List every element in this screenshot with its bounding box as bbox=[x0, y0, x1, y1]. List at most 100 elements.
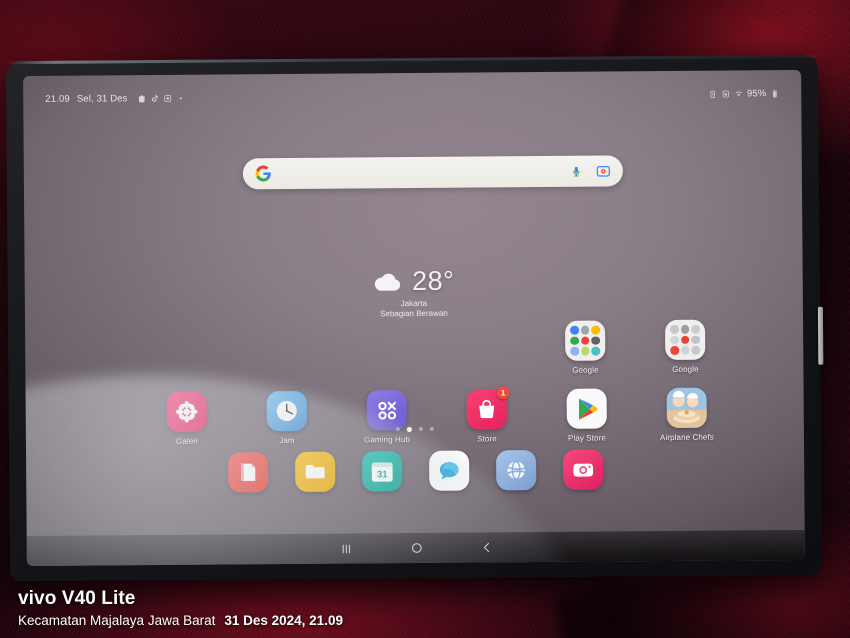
dock-internet[interactable] bbox=[495, 450, 536, 491]
mini-app-icon bbox=[691, 324, 701, 334]
watermark-subline: Kecamatan Majalaya Jawa Barat 31 Des 202… bbox=[18, 613, 343, 628]
internet-icon bbox=[507, 460, 525, 480]
status-bar-left: 21.09 Sel, 31 Des bbox=[45, 92, 185, 104]
dock-messages[interactable] bbox=[428, 450, 469, 491]
google-g-icon bbox=[255, 165, 271, 182]
navigation-bar bbox=[26, 529, 805, 567]
mini-app-icon bbox=[670, 335, 679, 345]
airplane-chefs-icon bbox=[666, 387, 707, 429]
watermark-location: Kecamatan Majalaya Jawa Barat bbox=[18, 613, 216, 628]
dock-camera[interactable] bbox=[562, 449, 603, 490]
bezel-highlight bbox=[5, 54, 818, 65]
camera-icon bbox=[572, 463, 593, 477]
battery-saver-icon bbox=[710, 90, 715, 98]
mini-app-icon bbox=[570, 347, 579, 356]
app-label: Store bbox=[477, 434, 497, 444]
mini-app-icon bbox=[580, 336, 590, 346]
watermark-model: vivo V40 Lite bbox=[18, 588, 136, 609]
wifi-icon bbox=[735, 91, 742, 96]
dock-calendar[interactable]: 31 bbox=[361, 451, 402, 492]
page-dot[interactable] bbox=[396, 427, 401, 432]
dock-samsung-notes[interactable] bbox=[227, 452, 268, 493]
tablet-screen[interactable]: 21.09 Sel, 31 Des 95% 28° Jakarta Sebagi… bbox=[23, 69, 805, 567]
app-icon bbox=[164, 94, 172, 102]
mini-app-icon bbox=[680, 346, 690, 355]
gallery-icon bbox=[166, 391, 207, 432]
app-label: Airplane Chefs bbox=[659, 432, 714, 443]
app-icon-wrap bbox=[666, 387, 707, 429]
app-jam[interactable]: Jam bbox=[256, 390, 318, 446]
app-gaming-hub[interactable]: Gaming Hub bbox=[356, 390, 418, 444]
app-icon-wrap bbox=[366, 390, 407, 431]
mini-app-icon bbox=[570, 336, 579, 346]
app-icon-wrap bbox=[166, 391, 207, 432]
app-airplane-chefs[interactable]: Airplane Chefs bbox=[656, 387, 718, 443]
watermark-datetime: 31 Des 2024, 21.09 bbox=[224, 613, 343, 628]
recents-icon[interactable] bbox=[338, 541, 353, 556]
photograph: 21.09 Sel, 31 Des 95% 28° Jakarta Sebagi… bbox=[0, 0, 850, 638]
folder-google-1[interactable]: Google bbox=[554, 320, 616, 375]
google-folder-icon bbox=[665, 319, 706, 361]
app-label: Gaming Hub bbox=[363, 435, 410, 445]
page-dot[interactable] bbox=[429, 426, 434, 431]
folder-icon bbox=[305, 464, 325, 479]
mini-app-icon bbox=[580, 346, 590, 356]
status-bar: 21.09 Sel, 31 Des 95% bbox=[23, 84, 801, 108]
battery-percent: 95% bbox=[746, 87, 767, 99]
google-search-bar[interactable] bbox=[242, 155, 623, 190]
back-icon[interactable] bbox=[479, 540, 493, 554]
mini-app-icon bbox=[680, 335, 690, 345]
calendar-day: 31 bbox=[376, 469, 387, 480]
mini-app-icon bbox=[691, 346, 701, 355]
app-icon-wrap bbox=[266, 390, 307, 432]
shopping-bag-icon bbox=[139, 94, 145, 102]
photo-watermark: vivo V40 Lite Kecamatan Majalaya Jawa Ba… bbox=[18, 588, 343, 628]
microphone-icon[interactable] bbox=[570, 163, 583, 179]
gaming-hub-icon bbox=[366, 390, 407, 431]
notes-icon bbox=[240, 463, 255, 482]
mini-app-icon bbox=[591, 346, 601, 356]
app-galeri[interactable]: Galeri bbox=[156, 391, 218, 446]
folder-label: Google bbox=[572, 365, 599, 375]
status-date: Sel, 31 Des bbox=[76, 92, 128, 105]
mini-app-icon bbox=[670, 346, 679, 355]
weather-widget[interactable]: 28° Jakarta Sebagian Berawan bbox=[25, 263, 803, 321]
google-folder-icon bbox=[565, 320, 606, 361]
status-bar-right: 95% bbox=[708, 88, 779, 100]
mini-app-icon bbox=[591, 336, 601, 345]
app-label: Jam bbox=[279, 435, 295, 446]
mini-app-icon bbox=[591, 325, 601, 335]
play-store-icon bbox=[566, 388, 607, 429]
power-button[interactable] bbox=[817, 306, 824, 365]
mini-app-icon bbox=[670, 324, 679, 334]
home-icon[interactable] bbox=[409, 541, 423, 555]
mini-app-icon bbox=[570, 325, 579, 335]
folder-label: Google bbox=[672, 364, 699, 374]
battery-icon bbox=[772, 89, 777, 97]
app-label: Galeri bbox=[175, 436, 198, 446]
page-dot-active[interactable] bbox=[407, 427, 412, 432]
app-store[interactable]: 1 Store bbox=[456, 386, 518, 444]
weather-temperature: 28° bbox=[411, 265, 455, 297]
store-badge: 1 bbox=[496, 386, 510, 400]
mini-app-icon bbox=[680, 324, 690, 334]
mini-app-icon bbox=[580, 325, 590, 335]
google-lens-icon[interactable] bbox=[596, 163, 611, 178]
folder-google-2[interactable]: Google bbox=[654, 319, 716, 374]
app-icon-wrap bbox=[566, 388, 607, 429]
cloud-icon bbox=[375, 273, 401, 291]
app-label: Play Store bbox=[567, 433, 606, 443]
search-input[interactable] bbox=[272, 156, 570, 189]
mini-app-icon bbox=[691, 335, 701, 345]
page-dot[interactable] bbox=[418, 426, 423, 431]
notification-icons bbox=[138, 93, 186, 102]
sim-icon bbox=[722, 90, 729, 97]
app-play-store[interactable]: Play Store bbox=[556, 388, 618, 443]
clock-icon bbox=[266, 390, 307, 432]
folder-icon-wrap bbox=[665, 319, 706, 361]
tiktok-icon bbox=[152, 94, 159, 102]
search-actions bbox=[570, 163, 611, 179]
status-bar-spacer bbox=[186, 94, 708, 98]
app-icon-wrap: 1 bbox=[466, 386, 510, 430]
dock-my-files[interactable] bbox=[294, 451, 335, 492]
